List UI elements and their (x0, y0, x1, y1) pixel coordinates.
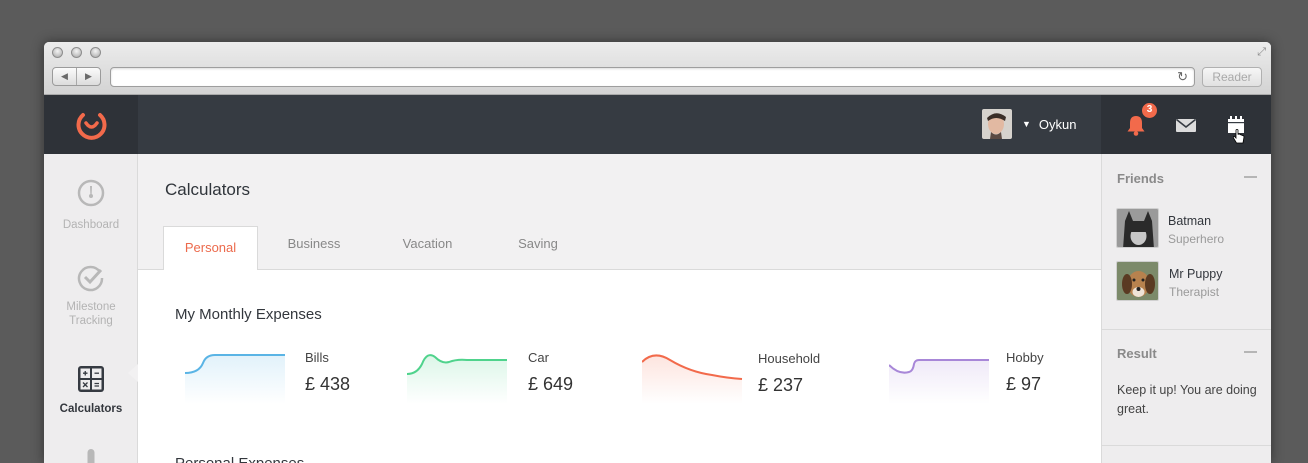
user-menu[interactable]: ▼ Oykun (982, 109, 1077, 139)
sparkline-chart (185, 354, 285, 404)
avatar (982, 109, 1012, 139)
app-logo-icon[interactable] (75, 108, 108, 141)
address-bar[interactable]: ↻ (110, 67, 1195, 87)
mail-icon[interactable] (1173, 112, 1199, 138)
friend-name: Mr Puppy (1169, 267, 1223, 281)
divider (1102, 329, 1271, 330)
friends-title: Friends (1117, 171, 1164, 186)
friend-item[interactable]: Batman Superhero (1116, 208, 1266, 250)
zoom-window-button[interactable] (90, 47, 101, 58)
dashboard-icon (77, 179, 105, 207)
calculator-icon (78, 366, 104, 392)
result-title: Result (1117, 346, 1157, 361)
friend-name: Batman (1168, 214, 1212, 228)
divider (1102, 445, 1271, 446)
tab-business[interactable]: Business (269, 226, 359, 270)
sidebar-item-label: Milestone Tracking (66, 301, 116, 327)
collapse-result-icon[interactable] (1244, 351, 1257, 353)
back-icon[interactable]: ◀ (53, 68, 76, 85)
right-panel: Friends Batman Superhero Mr Puppy Therap… (1101, 154, 1271, 463)
check-icon (77, 265, 104, 292)
expense-label: Car (528, 350, 549, 365)
collapse-friends-icon[interactable] (1244, 176, 1257, 178)
expense-label: Household (758, 351, 821, 366)
microphone-icon (87, 449, 95, 463)
friend-role: Therapist (1169, 285, 1220, 299)
expense-label: Bills (305, 350, 329, 365)
sidebar-item-label: Calculators (59, 403, 123, 415)
reader-button[interactable]: Reader (1202, 67, 1262, 87)
friend-role: Superhero (1168, 232, 1225, 246)
avatar (1116, 208, 1159, 248)
tab-vacation[interactable]: Vacation (385, 226, 470, 270)
topbar-actions: 3 (1101, 95, 1271, 154)
expense-label: Hobby (1006, 350, 1044, 365)
user-name[interactable]: Oykun (1039, 117, 1077, 132)
main-content: Calculators Personal Business Vacation S… (138, 154, 1101, 463)
page-title: Calculators (165, 180, 251, 199)
sidebar-item-more[interactable] (44, 447, 138, 463)
expense-amount: £ 237 (758, 375, 804, 395)
reload-icon[interactable]: ↻ (1177, 69, 1188, 85)
result-text: Keep it up! You are doing great. (1117, 383, 1257, 416)
expense-amount: £ 97 (1006, 374, 1042, 394)
minimize-window-button[interactable] (71, 47, 82, 58)
active-pointer (128, 364, 138, 382)
history-nav: ◀ ▶ (52, 67, 101, 86)
expense-amount: £ 649 (528, 374, 574, 394)
sparkline-chart (889, 359, 989, 404)
chevron-down-icon[interactable]: ▼ (1022, 119, 1031, 129)
notification-badge: 3 (1141, 102, 1158, 119)
section-title-personal-expenses: Personal Expenses (175, 455, 304, 463)
tab-personal[interactable]: Personal (163, 226, 258, 271)
expense-amount: £ 438 (305, 374, 351, 394)
section-title: My Monthly Expenses (175, 306, 322, 323)
sidebar-item-dashboard[interactable]: Dashboard (44, 179, 138, 232)
sidebar: Dashboard Milestone Tracking Calculators (44, 154, 138, 463)
app-topbar: ▼ Oykun 3 (44, 95, 1271, 154)
hand-cursor-icon (1233, 129, 1245, 144)
sidebar-item-milestone-tracking[interactable]: Milestone Tracking (44, 264, 138, 328)
browser-window: ⤢ ◀ ▶ ↻ Reader ▼ Oykun 3 Dashboard Miles… (44, 42, 1271, 463)
browser-chrome: ⤢ ◀ ▶ ↻ Reader (44, 42, 1271, 95)
sparkline-chart (407, 354, 507, 404)
tab-saving[interactable]: Saving (498, 226, 578, 270)
forward-icon[interactable]: ▶ (76, 68, 100, 85)
logo-cell (44, 95, 138, 154)
main-header: Calculators Personal Business Vacation S… (138, 154, 1101, 271)
sidebar-item-calculators[interactable]: Calculators (44, 365, 138, 416)
sparkline-chart (642, 354, 743, 404)
fullscreen-icon[interactable]: ⤢ (1257, 46, 1266, 59)
avatar (1116, 261, 1159, 301)
main-body: My Monthly Expenses Bills £ 438 Car £ 64… (138, 270, 1101, 463)
sidebar-item-label: Dashboard (62, 219, 120, 231)
close-window-button[interactable] (52, 47, 63, 58)
friend-item[interactable]: Mr Puppy Therapist (1116, 261, 1266, 303)
